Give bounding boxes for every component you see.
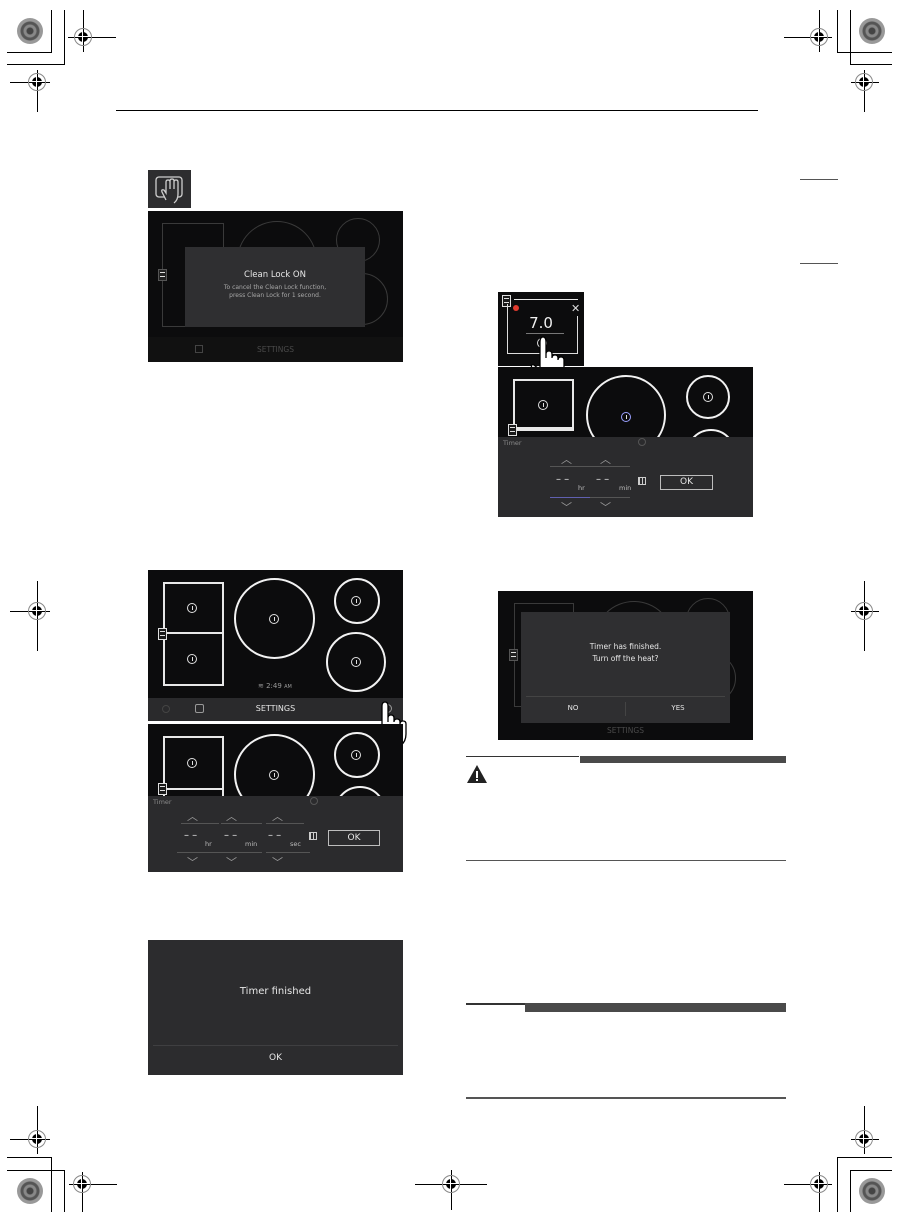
minute-up-arrow[interactable]: ︿ xyxy=(226,808,237,824)
reset-icon[interactable] xyxy=(310,797,318,805)
side-tab-rule-1 xyxy=(800,179,838,180)
hour-down-arrow[interactable]: ﹀ xyxy=(561,499,572,515)
popup-title: Clean Lock ON xyxy=(244,270,306,280)
bridge-icon[interactable] xyxy=(508,424,517,436)
clean-lock-icon-tile xyxy=(148,170,191,208)
bottom-bar: SETTINGS xyxy=(148,337,403,362)
keypad-icon[interactable] xyxy=(309,832,317,840)
turn-off-heat-dialog: Timer has finished. Turn off the heat? N… xyxy=(521,612,730,723)
no-button[interactable]: NO xyxy=(521,704,625,712)
timer-screen-right: Timer ︿ ︿ – – hr – – min OK ﹀ ﹀ xyxy=(498,367,753,517)
clean-lock-small-icon[interactable] xyxy=(195,345,203,353)
ok-button[interactable]: OK xyxy=(328,830,380,846)
dialog-line2: Turn off the heat? xyxy=(592,654,659,663)
hour-down-arrow[interactable]: ﹀ xyxy=(187,854,198,870)
cooktop-home-screen: ≋ 2:49 AM SETTINGS xyxy=(148,570,403,721)
ok-label: OK xyxy=(347,833,361,843)
minute-down-arrow[interactable]: ﹀ xyxy=(226,854,237,870)
timer-panel: Timer ︿ ︿ – – hr – – min OK ﹀ ﹀ xyxy=(498,437,753,517)
min-unit: min xyxy=(619,484,632,492)
hour-up-arrow[interactable]: ︿ xyxy=(561,451,572,467)
second-up-arrow[interactable]: ︿ xyxy=(272,808,283,824)
flex-zone[interactable] xyxy=(163,582,224,686)
minutes-value[interactable]: – – xyxy=(224,830,237,841)
settings-label[interactable]: SETTINGS xyxy=(148,345,403,354)
settings-label[interactable]: SETTINGS xyxy=(498,726,753,735)
timer-panel: Timer ︿ ︿ ︿ – – hr – – min – – sec OK ﹀ … xyxy=(148,796,403,872)
warning-triangle-icon xyxy=(467,765,487,783)
power-level: 7.0 xyxy=(529,314,553,332)
clock-ampm: AM xyxy=(284,684,292,690)
minute-down-arrow[interactable]: ﹀ xyxy=(600,499,611,515)
clean-lock-hand-icon xyxy=(155,176,183,204)
color-bar-icon xyxy=(17,1178,43,1204)
color-bar-icon xyxy=(17,18,43,44)
yes-button[interactable]: YES xyxy=(626,704,730,712)
clock-time: 2:49 xyxy=(266,682,282,690)
sec-unit: sec xyxy=(290,840,301,848)
bridge-icon[interactable] xyxy=(158,783,167,795)
timer-finished-message: Timer finished xyxy=(239,986,312,997)
hours-value[interactable]: – – xyxy=(556,474,569,485)
hr-unit: hr xyxy=(578,484,585,492)
reset-icon[interactable] xyxy=(638,438,646,446)
timer-title: Timer xyxy=(503,439,522,447)
minutes-value[interactable]: – – xyxy=(596,474,609,485)
color-bar-icon xyxy=(859,1178,885,1204)
seconds-value[interactable]: – – xyxy=(268,830,281,841)
ok-label: OK xyxy=(680,477,693,487)
ok-button[interactable]: OK xyxy=(660,475,713,490)
status-clock: ≋ 2:49 AM xyxy=(258,682,292,690)
power-icon[interactable] xyxy=(351,596,361,606)
dialog-divider xyxy=(153,1045,398,1046)
bottom-bar: SETTINGS xyxy=(148,698,403,721)
power-icon[interactable] xyxy=(187,603,197,613)
header-rule xyxy=(116,110,758,111)
hour-up-arrow[interactable]: ︿ xyxy=(187,808,198,824)
power-icon[interactable] xyxy=(187,654,197,664)
clean-lock-screen: Clean Lock ON To cancel the Clean Lock f… xyxy=(148,211,403,362)
dialog-line1: Timer has finished. xyxy=(589,642,662,651)
timer-screen-left: Timer ︿ ︿ ︿ – – hr – – min – – sec OK ﹀ … xyxy=(148,724,403,872)
timer-finished-dialog: Timer finished OK xyxy=(148,940,403,1075)
wifi-icon: ≋ xyxy=(258,682,267,690)
bridge-icon[interactable] xyxy=(158,628,167,640)
min-unit: min xyxy=(245,840,258,848)
power-icon[interactable] xyxy=(351,657,361,667)
hr-unit: hr xyxy=(205,840,212,848)
ok-button[interactable]: OK xyxy=(148,1053,403,1063)
popup-message-line2: press Clean Lock for 1 second. xyxy=(229,292,321,299)
keypad-icon[interactable] xyxy=(638,477,646,485)
power-icon[interactable] xyxy=(269,614,279,624)
active-indicator-dot xyxy=(513,305,519,311)
turn-off-heat-screen: SETTINGS Timer has finished. Turn off th… xyxy=(498,591,753,740)
color-bar-icon xyxy=(859,18,885,44)
popup-message-line1: To cancel the Clean Lock function, xyxy=(223,284,327,291)
settings-button[interactable]: SETTINGS xyxy=(148,704,403,713)
minute-up-arrow[interactable]: ︿ xyxy=(600,451,611,467)
second-down-arrow[interactable]: ﹀ xyxy=(272,854,283,870)
hours-value[interactable]: – – xyxy=(184,830,197,841)
side-tab-rule-2 xyxy=(800,263,838,264)
clean-lock-popup: Clean Lock ON To cancel the Clean Lock f… xyxy=(185,247,365,327)
timer-title: Timer xyxy=(153,798,172,806)
